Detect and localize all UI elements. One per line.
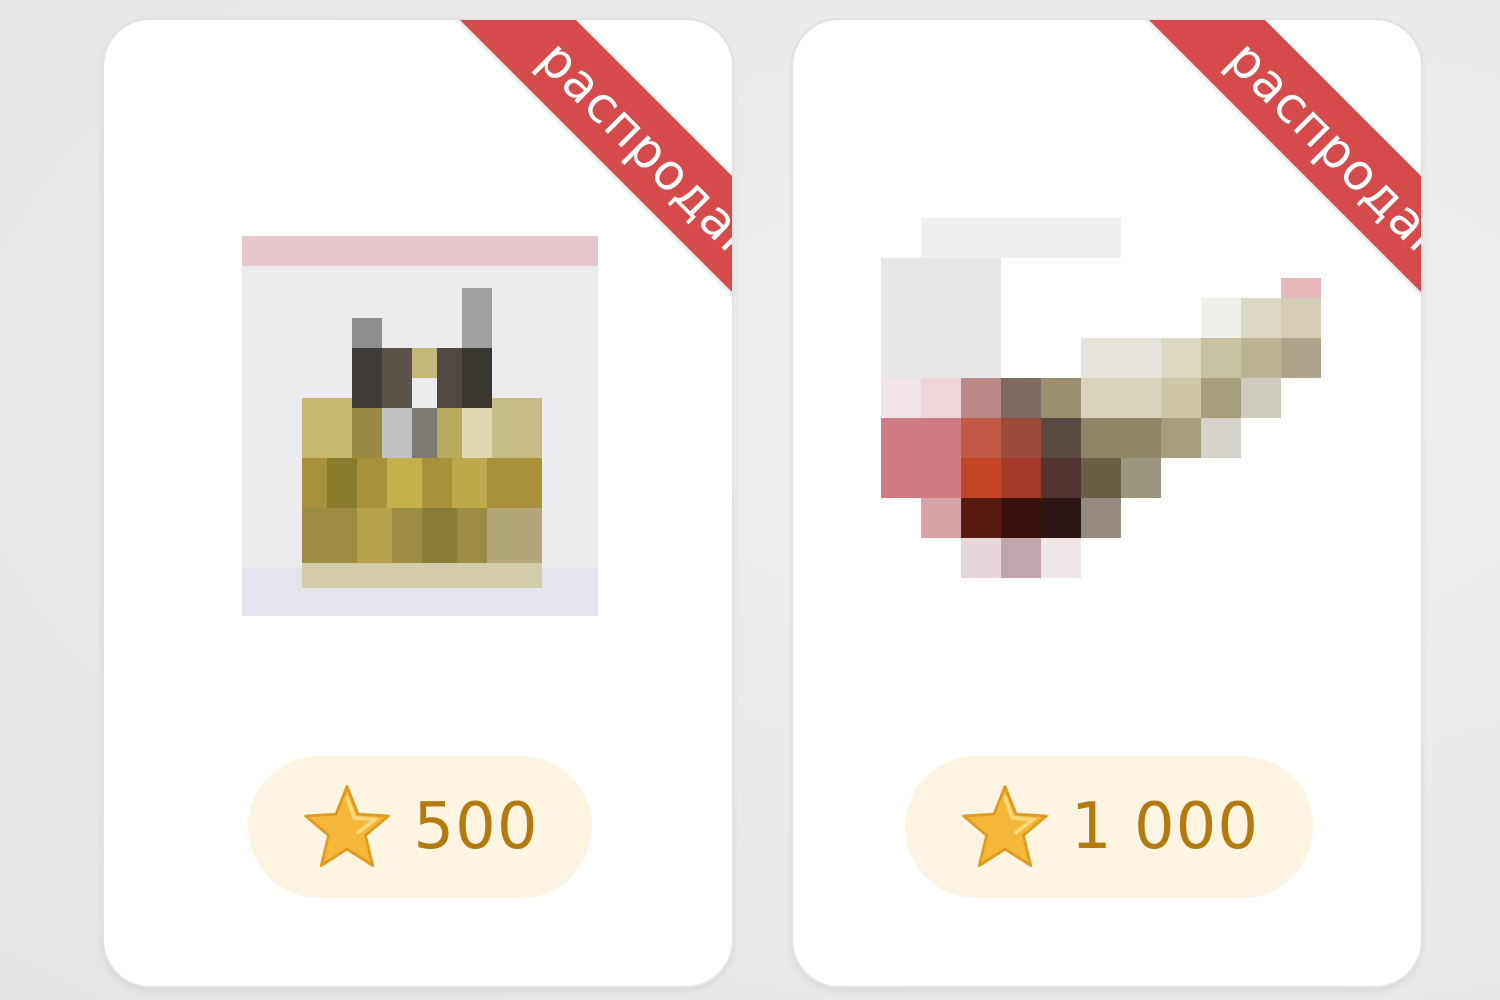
gift-card[interactable]: распродан 500 (104, 20, 732, 986)
price-value: 500 (413, 790, 539, 864)
star-icon (301, 781, 393, 873)
price-value: 1 000 (1070, 790, 1260, 864)
price-badge[interactable]: 500 (248, 756, 592, 898)
gift-card[interactable]: распродан 1 000 (793, 20, 1421, 986)
product-image (877, 198, 1357, 588)
price-badge[interactable]: 1 000 (905, 756, 1313, 898)
product-image (242, 188, 602, 618)
star-icon (959, 781, 1051, 873)
